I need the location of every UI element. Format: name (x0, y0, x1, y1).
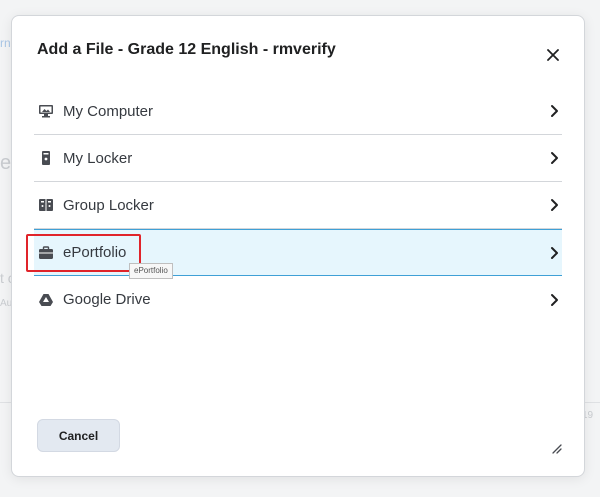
highlight-box (26, 234, 141, 272)
source-item-label: Google Drive (63, 291, 151, 308)
computer-icon (37, 102, 55, 120)
close-button[interactable] (542, 44, 564, 66)
group-locker-icon (37, 196, 55, 214)
source-item-google-drive[interactable]: Google Drive (34, 276, 562, 323)
dialog-title: Add a File - Grade 12 English - rmverify (37, 41, 336, 58)
chevron-right-icon (551, 199, 558, 211)
source-item-label: My Locker (63, 149, 133, 167)
google-drive-icon (37, 291, 55, 309)
locker-icon (37, 149, 55, 167)
chevron-right-icon (551, 246, 558, 259)
close-icon (547, 49, 559, 61)
file-source-list: My Computer My Locker Group Locker ePort… (26, 88, 562, 323)
cancel-button[interactable]: Cancel (37, 419, 120, 452)
chevron-right-icon (551, 293, 558, 306)
source-item-my-computer[interactable]: My Computer (34, 88, 562, 135)
chevron-right-icon (551, 105, 558, 117)
background-link-fragment: rn (0, 36, 11, 50)
source-item-label: Group Locker (63, 196, 154, 214)
source-item-my-locker[interactable]: My Locker (34, 135, 562, 182)
resize-handle-icon[interactable] (550, 442, 562, 454)
source-item-eportfolio[interactable]: ePortfolio ePortfolio (26, 229, 562, 279)
eportfolio-tooltip: ePortfolio (129, 263, 173, 279)
add-file-dialog: Add a File - Grade 12 English - rmverify… (11, 15, 585, 477)
source-item-label: My Computer (63, 102, 154, 120)
chevron-right-icon (551, 152, 558, 164)
source-item-group-locker[interactable]: Group Locker (34, 182, 562, 229)
